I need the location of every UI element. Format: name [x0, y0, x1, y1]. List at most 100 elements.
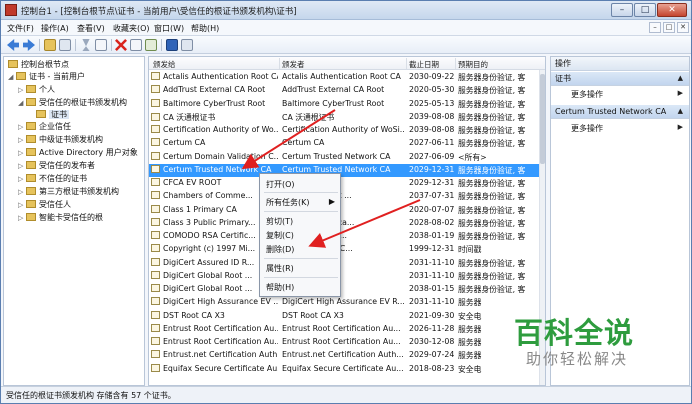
mdi-minimize-button[interactable]: – — [649, 22, 661, 33]
column-header-issued-to[interactable]: 颁发给 — [153, 59, 176, 70]
table-row[interactable]: CA 沃通根证书 CA 沃通根证书 2039-08-08 服务器身份验证, 客 — [149, 111, 541, 124]
tree-item-active-directory-user-object[interactable]: ▷ Active Directory 用户对象 — [18, 147, 138, 159]
column-divider[interactable] — [455, 58, 456, 69]
table-row[interactable]: Actalis Authentication Root CA Actalis Au… — [149, 71, 541, 84]
collapse-arrow-icon[interactable]: ◢ — [18, 97, 26, 109]
table-row[interactable]: Baltimore CyberTrust Root Baltimore Cyber… — [149, 98, 541, 111]
status-bar: 受信任的根证书颁发机构 存储含有 57 个证书。 — [1, 386, 691, 403]
cell-text: Certification Authority of WoSi... — [282, 125, 405, 134]
menu-item-all-tasks[interactable]: 所有任务(K) — [266, 197, 310, 208]
collapse-caret-icon[interactable]: ▲ — [678, 74, 683, 82]
cell-text: 服务器身份验证, 客 — [458, 205, 526, 215]
menu-view[interactable]: 查看(V) — [77, 23, 105, 34]
column-header-expiration[interactable]: 截止日期 — [409, 59, 439, 70]
table-cell: 2031-11-10 — [409, 297, 454, 306]
more-actions-link[interactable]: 更多操作 — [571, 123, 603, 134]
actions-section-selected-cert[interactable]: Certum Trusted Network CA — [551, 105, 689, 119]
expand-arrow-icon[interactable]: ▷ — [18, 212, 26, 224]
expand-arrow-icon[interactable]: ▷ — [18, 186, 26, 198]
tree-item-certificates[interactable]: 证书 — [36, 109, 69, 121]
table-row[interactable]: DigiCert Global Root ......Root G22038-0… — [149, 283, 541, 296]
table-row[interactable]: DigiCert Global Root ......Root CA2031-1… — [149, 270, 541, 283]
expand-arrow-icon[interactable]: ▷ — [18, 199, 26, 211]
table-row[interactable]: Entrust.net Certification Auth... Entrust… — [149, 349, 541, 362]
more-actions-link[interactable]: 更多操作 — [571, 89, 603, 100]
maximize-button[interactable]: □ — [634, 3, 656, 17]
expand-arrow-icon[interactable]: ▷ — [18, 147, 26, 159]
tree-item-trusted-people[interactable]: ▷ 受信任人 — [18, 199, 71, 211]
collapse-caret-icon[interactable]: ▲ — [678, 107, 683, 115]
table-row[interactable]: Chambers of Comme......mmerce Root ...20… — [149, 190, 541, 203]
table-row[interactable]: Entrust Root Certification Au... Entrust … — [149, 323, 541, 336]
table-row[interactable]: DST Root CA X3 DST Root CA X3 2021-09-30 安全… — [149, 310, 541, 323]
menu-action[interactable]: 操作(A) — [41, 23, 69, 34]
help-icon[interactable] — [166, 39, 178, 51]
export-list-icon[interactable] — [145, 39, 157, 51]
expand-arrow-icon[interactable]: ▷ — [18, 84, 26, 96]
close-button[interactable]: ✕ — [657, 3, 687, 17]
up-folder-icon[interactable] — [44, 39, 56, 51]
table-row[interactable]: DigiCert Assured ID R......d ID Root CA2… — [149, 257, 541, 270]
table-row[interactable]: CFCA EV ROOT 2029-12-31 服务器身份验证, 客 — [149, 177, 541, 190]
menu-favorites[interactable]: 收藏夹(O) — [113, 23, 150, 34]
menu-item-properties[interactable]: 属性(R) — [266, 263, 294, 274]
tree-item-personal[interactable]: ▷ 个人 — [18, 84, 55, 96]
column-divider[interactable] — [406, 58, 407, 69]
menu-window[interactable]: 窗口(W) — [154, 23, 184, 34]
menu-item-delete[interactable]: 删除(D) — [266, 244, 294, 255]
menu-item-help[interactable]: 帮助(H) — [266, 282, 294, 293]
collapse-arrow-icon[interactable]: ◢ — [8, 71, 16, 83]
delete-icon[interactable] — [115, 39, 127, 51]
tree-item-smart-card-trusted-roots[interactable]: ▷ 智能卡受信任的根 — [18, 212, 103, 224]
cell-text: 服务器身份验证, 客 — [458, 285, 526, 294]
tree-item-certificates-current-user[interactable]: ◢ 证书 - 当前用户 — [8, 71, 85, 83]
show-action-pane-icon[interactable] — [181, 39, 193, 51]
minimize-button[interactable]: – — [611, 3, 633, 17]
copy-icon[interactable] — [95, 39, 107, 51]
table-row[interactable]: Certification Authority of Wo... Certific… — [149, 124, 541, 137]
more-actions-caret-icon[interactable]: ▶ — [678, 123, 683, 131]
cut-icon[interactable] — [82, 39, 90, 51]
back-arrow-icon[interactable] — [7, 39, 19, 51]
expand-arrow-icon[interactable]: ▷ — [18, 173, 26, 185]
table-row[interactable]: Certum CA Certum CA 2027-06-11 服务器身份验证, 客 — [149, 137, 541, 150]
menu-file[interactable]: 文件(F) — [7, 23, 34, 34]
scrollbar-thumb[interactable] — [540, 74, 545, 164]
table-row[interactable]: Certum Domain Validation C... Certum Trus… — [149, 151, 541, 164]
table-row[interactable]: COMODO RSA Certific......Certification .… — [149, 230, 541, 243]
actions-section-certificates[interactable]: 证书 — [551, 72, 689, 86]
expand-arrow-icon[interactable]: ▷ — [18, 134, 26, 146]
tree-item-untrusted-certificates[interactable]: ▷ 不信任的证书 — [18, 173, 87, 185]
column-header-issued-by[interactable]: 颁发者 — [282, 59, 305, 70]
tree-item-third-party-root-ca[interactable]: ▷ 第三方根证书颁发机构 — [18, 186, 119, 198]
tree-item-trusted-publishers[interactable]: ▷ 受信任的发布者 — [18, 160, 95, 172]
menu-help[interactable]: 帮助(H) — [191, 23, 219, 34]
menu-item-open[interactable]: 打开(O) — [266, 179, 295, 190]
properties-icon[interactable] — [130, 39, 142, 51]
table-row[interactable]: Class 3 Public Primary......imary Certif… — [149, 217, 541, 230]
table-row[interactable]: Certum Trusted Network CA Certum Trusted … — [149, 163, 541, 178]
mdi-restore-button[interactable]: □ — [663, 22, 675, 33]
tree-item-trusted-root-ca[interactable]: ◢ 受信任的根证书颁发机构 — [18, 97, 127, 109]
show-hide-tree-icon[interactable] — [59, 39, 71, 51]
table-row[interactable]: DigiCert High Assurance EV ... DigiCert H… — [149, 296, 541, 309]
more-actions-caret-icon[interactable]: ▶ — [678, 89, 683, 97]
tree-item-enterprise-trust[interactable]: ▷ 企业信任 — [18, 121, 71, 133]
table-row[interactable]: Copyright (c) 1997 Mi......97 Microsoft … — [149, 243, 541, 256]
table-row[interactable]: AddTrust External CA Root AddTrust Extern… — [149, 84, 541, 97]
menu-item-cut[interactable]: 剪切(T) — [266, 216, 293, 227]
table-row[interactable]: Class 1 Primary CA...CA2020-07-07服务器身份验证… — [149, 204, 541, 217]
expand-arrow-icon[interactable]: ▷ — [18, 160, 26, 172]
expand-arrow-icon[interactable]: ▷ — [18, 121, 26, 133]
toolbar-separator — [111, 39, 112, 51]
table-row[interactable]: Entrust Root Certification Au... Entrust … — [149, 336, 541, 349]
column-divider[interactable] — [279, 58, 280, 69]
mdi-close-button[interactable]: ✕ — [677, 22, 689, 33]
tree-item-console-root[interactable]: 控制台根节点 — [8, 59, 69, 71]
tree-item-intermediate-ca[interactable]: ▷ 中级证书颁发机构 — [18, 134, 103, 146]
menu-item-copy[interactable]: 复制(C) — [266, 230, 294, 241]
column-header-intended-purposes[interactable]: 预期目的 — [458, 59, 488, 70]
table-row[interactable]: Equifax Secure Certificate Au... Equifax … — [149, 363, 541, 376]
cell-text: CFCA EV ROOT — [163, 178, 222, 187]
forward-arrow-icon[interactable] — [23, 39, 35, 51]
